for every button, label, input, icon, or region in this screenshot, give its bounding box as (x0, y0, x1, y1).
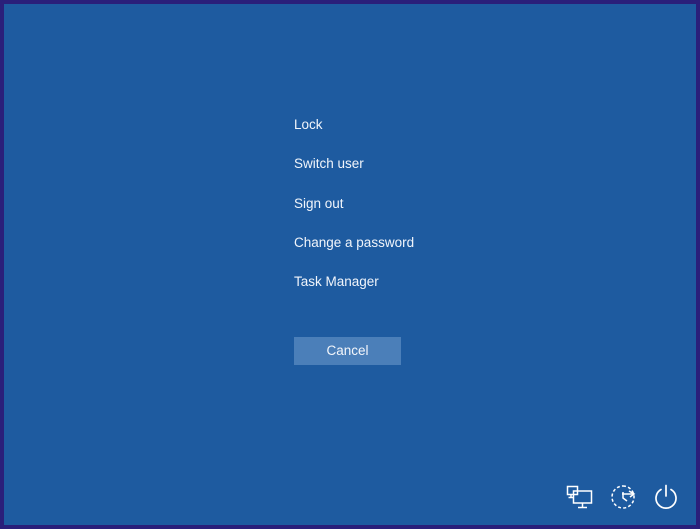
menu-item-sign-out[interactable]: Sign out (294, 191, 414, 230)
menu-item-switch-user[interactable]: Switch user (294, 151, 414, 190)
ease-of-access-icon[interactable] (609, 483, 637, 511)
menu-item-label: Task Manager (294, 274, 379, 290)
menu-item-lock[interactable]: Lock (294, 112, 414, 151)
network-icon[interactable] (566, 483, 594, 511)
power-icon[interactable] (652, 483, 680, 511)
menu-item-label: Sign out (294, 195, 344, 211)
security-options-screen: Lock Switch user Sign out Change a passw… (4, 4, 696, 525)
system-tray (551, 483, 680, 511)
menu-item-label: Lock (294, 117, 323, 132)
security-options-menu: Lock Switch user Sign out Change a passw… (294, 112, 414, 308)
menu-item-change-password[interactable]: Change a password (294, 230, 414, 269)
cancel-button[interactable]: Cancel (294, 337, 401, 365)
menu-item-label: Change a password (294, 234, 415, 250)
menu-item-label: Switch user (294, 156, 364, 172)
menu-item-task-manager[interactable]: Task Manager (294, 269, 414, 308)
